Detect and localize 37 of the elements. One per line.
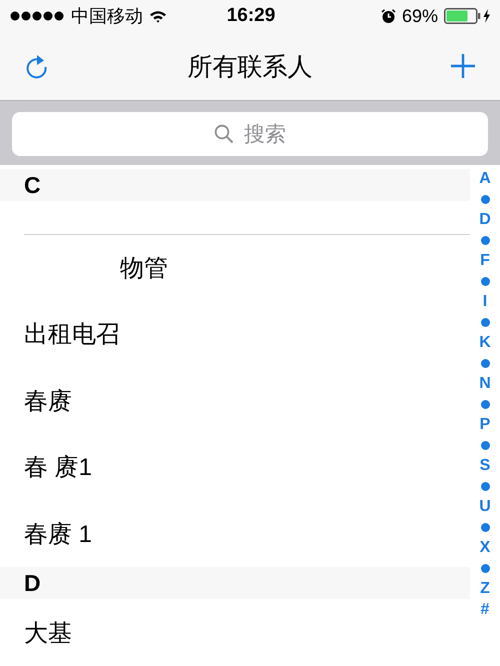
contact-row[interactable]: 大基 (0, 599, 470, 666)
signal-icon (10, 11, 65, 21)
clock-time: 16:29 (226, 5, 276, 27)
index-letter[interactable]: K (479, 333, 491, 354)
carrier-name: 中国移动 (71, 5, 143, 28)
alarm-icon (380, 8, 396, 24)
index-dot-icon[interactable] (480, 236, 490, 246)
battery-percent: 69% (402, 6, 438, 26)
index-dot-icon[interactable] (480, 400, 490, 410)
index-dot-icon[interactable] (480, 523, 490, 532)
index-letter[interactable]: P (480, 415, 490, 436)
index-dot-icon[interactable] (480, 195, 490, 204)
index-letter[interactable]: S (480, 456, 490, 476)
index-letter[interactable]: Z (480, 579, 490, 600)
index-letter[interactable]: D (479, 210, 491, 230)
index-letter[interactable]: F (480, 251, 490, 272)
index-letter[interactable]: U (479, 497, 491, 518)
index-dot-icon[interactable] (480, 277, 490, 286)
index-dot-icon[interactable] (480, 482, 490, 492)
index-dot-icon[interactable] (480, 564, 490, 574)
index-dot-icon[interactable] (480, 318, 490, 328)
index-letter[interactable]: # (480, 600, 490, 620)
contact-row[interactable]: 春赓 1 (0, 500, 470, 568)
page-title: 所有联系人 (188, 52, 312, 82)
index-letter[interactable]: I (482, 292, 488, 312)
wifi-icon (149, 10, 167, 22)
index-letter[interactable]: X (480, 538, 490, 558)
section-letter: D (24, 570, 41, 597)
index-letter[interactable]: N (479, 374, 491, 394)
battery-charging-icon (444, 8, 492, 24)
search-icon (214, 124, 234, 144)
index-letter[interactable]: A (479, 169, 491, 190)
index-dot-icon[interactable] (480, 441, 490, 450)
index-dot-icon[interactable] (480, 359, 490, 368)
search-field[interactable]: 搜索 (12, 112, 488, 156)
section-letter: C (24, 172, 41, 199)
add-icon[interactable] (450, 53, 476, 79)
